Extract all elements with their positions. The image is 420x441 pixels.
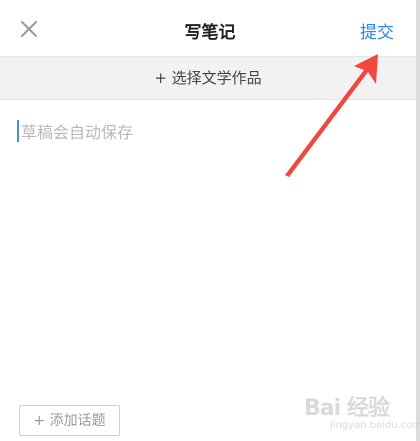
screen-edge <box>416 0 420 441</box>
select-literary-work-button[interactable]: + 选择文学作品 <box>0 56 416 100</box>
app-header: 写笔记 提交 <box>0 0 420 56</box>
watermark-main: Bai 经验 <box>304 396 390 421</box>
watermark: Bai 经验 jingyan.baidu.com <box>296 382 420 438</box>
note-text-input[interactable] <box>15 118 401 146</box>
add-topic-button[interactable]: + 添加话题 <box>19 405 120 436</box>
submit-button[interactable]: 提交 <box>360 18 394 43</box>
page-title: 写笔记 <box>184 23 236 43</box>
text-cursor <box>17 120 19 142</box>
watermark-sub: jingyan.baidu.com <box>330 420 420 431</box>
